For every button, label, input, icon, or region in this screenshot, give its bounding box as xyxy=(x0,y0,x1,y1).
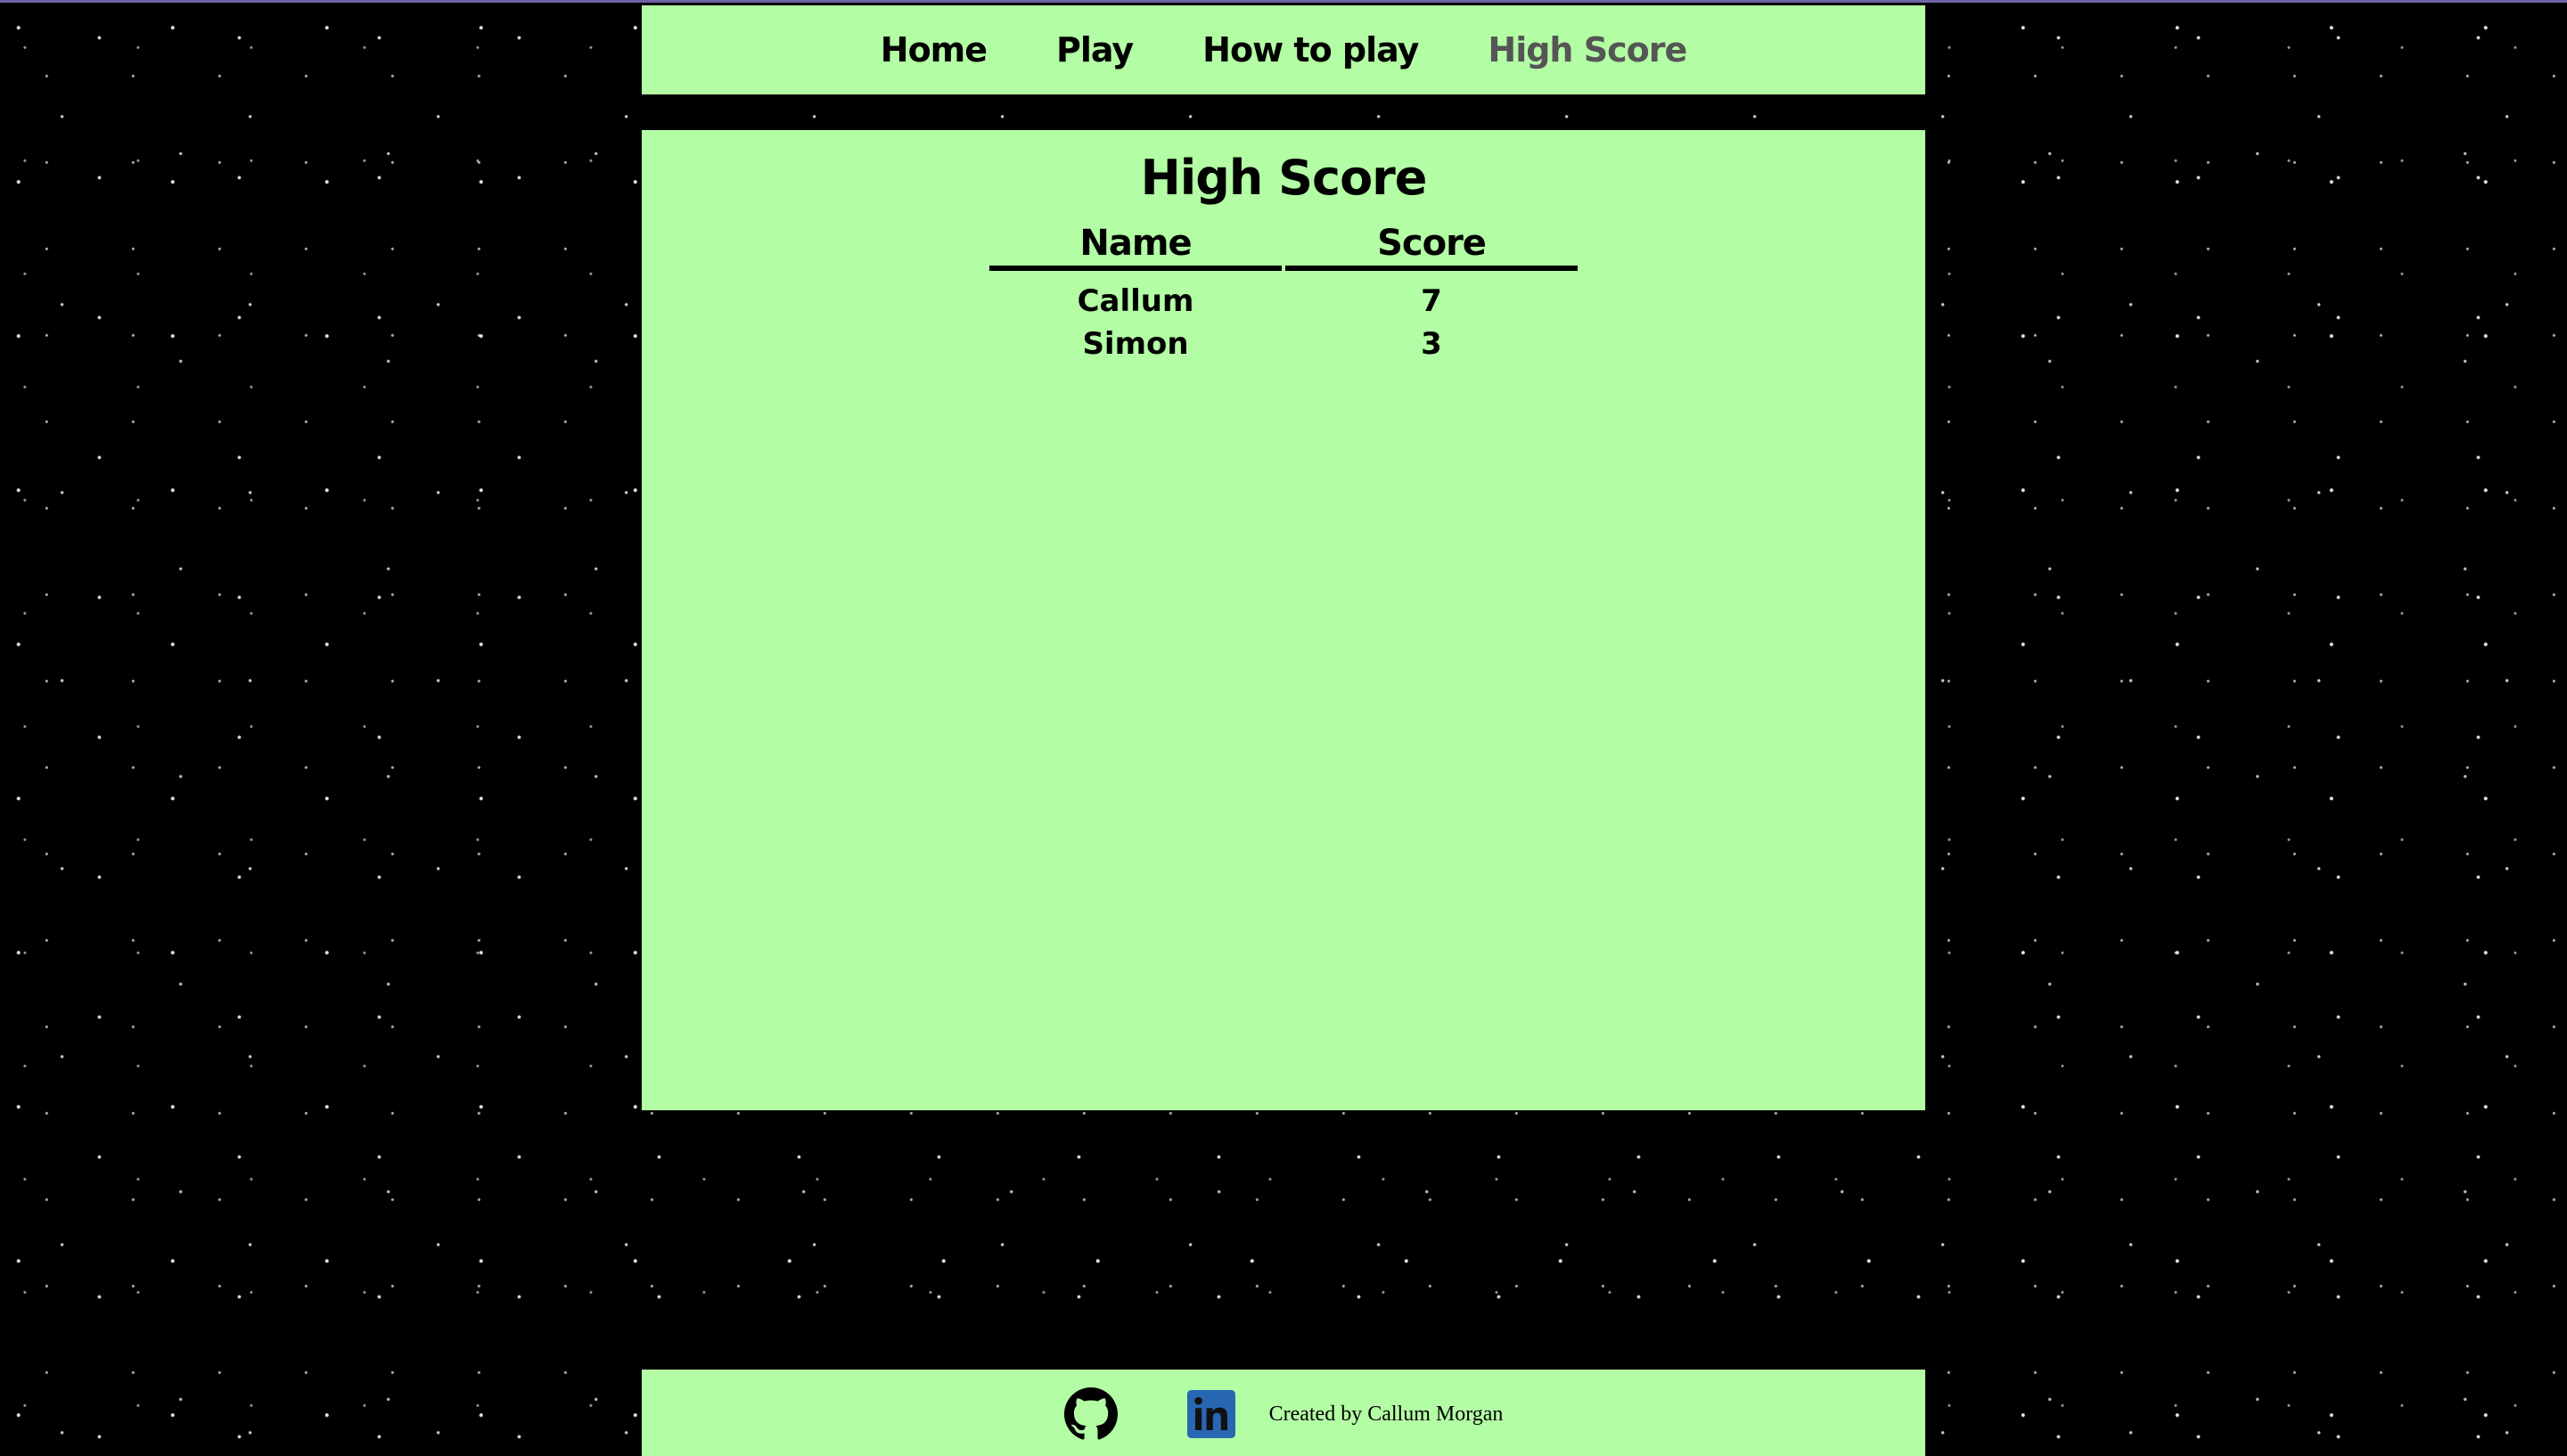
nav-link-high-score[interactable]: High Score xyxy=(1488,30,1687,70)
table-row: Simon 3 xyxy=(989,323,1578,365)
column-header-name: Name xyxy=(989,219,1283,271)
player-name: Simon xyxy=(1082,326,1189,362)
linkedin-icon xyxy=(1186,1390,1235,1438)
main-panel: High Score Name Score Callum 7 Simon 3 xyxy=(642,130,1925,1110)
linkedin-link[interactable] xyxy=(1186,1390,1235,1438)
player-name: Callum xyxy=(1077,283,1194,319)
table-row: Callum 7 xyxy=(989,271,1578,323)
nav-bar: Home Play How to play High Score xyxy=(642,5,1925,94)
nav-link-how-to-play[interactable]: How to play xyxy=(1202,30,1419,70)
github-link[interactable] xyxy=(1063,1387,1118,1441)
github-icon xyxy=(1063,1387,1118,1440)
nav-link-play[interactable]: Play xyxy=(1056,30,1134,70)
column-header-score: Score xyxy=(1285,219,1578,271)
page-title: High Score xyxy=(1140,150,1428,206)
player-score: 7 xyxy=(1421,283,1442,319)
nav-link-home[interactable]: Home xyxy=(881,30,988,70)
table-header-row: Name Score xyxy=(989,219,1578,271)
footer: Created by Callum Morgan xyxy=(642,1370,1925,1456)
footer-credit: Created by Callum Morgan xyxy=(1268,1402,1504,1426)
high-score-table: Name Score Callum 7 Simon 3 xyxy=(986,219,1581,365)
player-score: 3 xyxy=(1421,326,1442,362)
